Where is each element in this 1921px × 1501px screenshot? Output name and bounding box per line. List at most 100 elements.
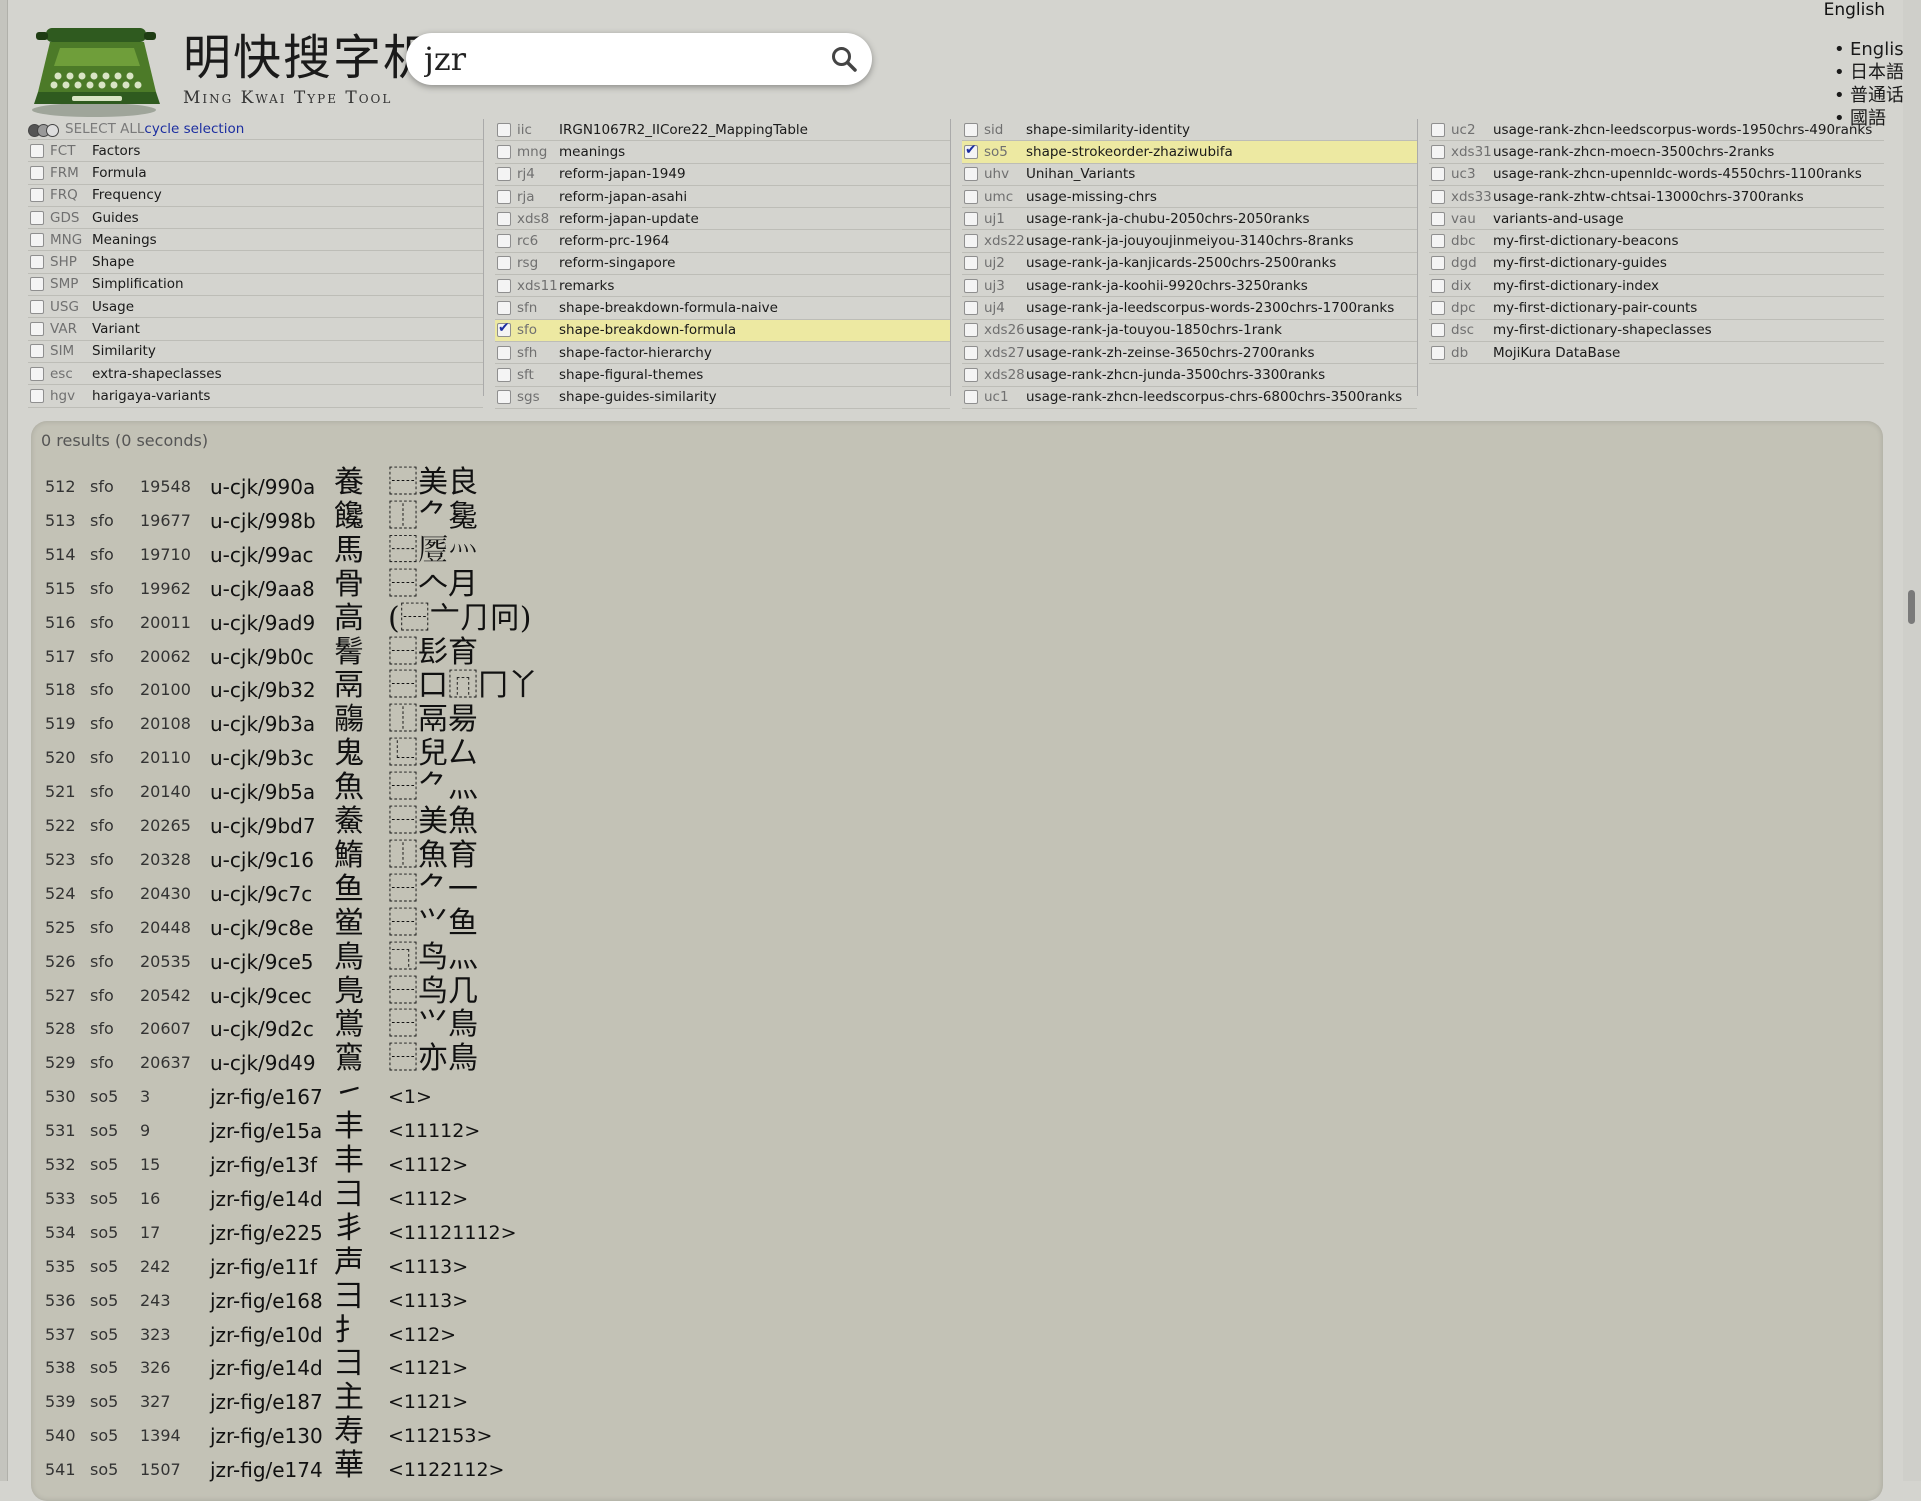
- dictionary-checkbox[interactable]: [964, 345, 978, 360]
- dictionary-option[interactable]: uhv Unihan_Variants: [962, 164, 1417, 186]
- dictionary-option[interactable]: xds22 usage-rank-ja-jouyoujinmeiyou-3140c…: [962, 230, 1417, 253]
- dictionary-option[interactable]: xds28 usage-rank-zhcn-junda-3500chrs-3300…: [962, 364, 1417, 387]
- result-row[interactable]: 533 so5 16 jzr-fig/e14d 彐 <1112>: [0, 1177, 1000, 1216]
- search-input[interactable]: [424, 41, 804, 77]
- dictionary-option[interactable]: uj3 usage-rank-ja-koohii-9920chrs-3250ran…: [962, 275, 1417, 298]
- dictionary-checkbox[interactable]: [964, 367, 978, 382]
- result-row[interactable]: 526 sfo 20535 u-cjk/9ce5 鳥⿹鸟灬: [0, 940, 1000, 979]
- scrollbar[interactable]: [1903, 0, 1921, 1481]
- dictionary-checkbox[interactable]: [497, 234, 511, 249]
- dictionary-option[interactable]: uj1 usage-rank-ja-chubu-2050chrs-2050rank…: [962, 208, 1417, 231]
- result-row[interactable]: 540 so5 1394 jzr-fig/e130 寿 <112153>: [0, 1415, 1000, 1453]
- dictionary-option[interactable]: FCT Factors: [28, 140, 483, 163]
- dictionary-option[interactable]: dpc my-first-dictionary-pair-counts: [1429, 297, 1884, 320]
- dictionary-checkbox[interactable]: [497, 167, 511, 182]
- dictionary-checkbox[interactable]: [964, 122, 978, 137]
- dictionary-option[interactable]: esc extra-shapeclasses: [28, 363, 483, 386]
- dictionary-checkbox[interactable]: [497, 390, 511, 405]
- selection-toggle-icon[interactable]: [28, 123, 64, 137]
- dictionary-checkbox[interactable]: [30, 188, 44, 203]
- dictionary-checkbox[interactable]: [964, 390, 978, 405]
- dictionary-option[interactable]: MNG Meanings: [28, 229, 483, 252]
- result-row[interactable]: 518 sfo 20100 u-cjk/9b32 鬲⿱口⿵冂丫: [0, 669, 1000, 707]
- dictionary-checkbox[interactable]: [964, 167, 978, 182]
- dictionary-option[interactable]: rc6 reform-prc-1964: [495, 230, 950, 253]
- dictionary-option[interactable]: SHP Shape: [28, 251, 483, 274]
- dictionary-option[interactable]: xds26 usage-rank-ja-touyou-1850chrs-1rank: [962, 320, 1417, 342]
- dictionary-checkbox[interactable]: [1431, 323, 1445, 338]
- dictionary-option[interactable]: uj2 usage-rank-ja-kanjicards-2500chrs-250…: [962, 253, 1417, 276]
- dictionary-checkbox[interactable]: [30, 210, 44, 225]
- dictionary-option[interactable]: db MojiKura DataBase: [1429, 342, 1884, 365]
- result-row[interactable]: 532 so5 15 jzr-fig/e13f 丰 <1112>: [0, 1144, 1000, 1182]
- dictionary-checkbox[interactable]: [964, 142, 978, 159]
- dictionary-checkbox[interactable]: [1431, 189, 1445, 204]
- dictionary-option[interactable]: FRQ Frequency: [28, 185, 483, 207]
- cycle-selection-link[interactable]: cycle selection: [144, 121, 244, 137]
- dictionary-option[interactable]: xds33 usage-rank-zhtw-chtsai-13000chrs-37…: [1429, 186, 1884, 209]
- dictionary-checkbox[interactable]: [497, 320, 511, 338]
- result-row[interactable]: 514 sfo 19710 u-cjk/99ac 馬⿱𠪶灬: [0, 533, 1000, 572]
- result-row[interactable]: 519 sfo 20108 u-cjk/9b3a 鬺⿰鬲昜: [0, 703, 1000, 741]
- result-row[interactable]: 513 sfo 19677 u-cjk/998b 饞⿰⺈毚: [0, 499, 1000, 538]
- dictionary-option[interactable]: uc2 usage-rank-zhcn-leedscorpus-words-195…: [1429, 119, 1884, 142]
- dictionary-checkbox[interactable]: [1431, 122, 1445, 137]
- result-row[interactable]: 516 sfo 20011 u-cjk/9ad9 高 (⿱亠⺆冋): [0, 601, 1000, 640]
- dictionary-option[interactable]: sid shape-similarity-identity: [962, 119, 1417, 142]
- dictionary-checkbox[interactable]: [497, 256, 511, 271]
- dictionary-option[interactable]: dix my-first-dictionary-index: [1429, 275, 1884, 298]
- result-row[interactable]: 538 so5 326 jzr-fig/e14d 彐 <1121>: [0, 1347, 1000, 1385]
- result-row[interactable]: 522 sfo 20265 u-cjk/9bd7 鯗⿱美魚: [0, 805, 1000, 843]
- dictionary-option[interactable]: sfo shape-breakdown-formula: [495, 319, 950, 342]
- dictionary-checkbox[interactable]: [30, 344, 44, 359]
- dictionary-option[interactable]: xds11 remarks: [495, 275, 950, 298]
- dictionary-checkbox[interactable]: [497, 189, 511, 204]
- select-all-link[interactable]: SELECT ALL: [65, 121, 144, 137]
- dictionary-option[interactable]: VAR Variant: [28, 318, 483, 341]
- dictionary-option[interactable]: sft shape-figural-themes: [495, 364, 950, 387]
- dictionary-checkbox[interactable]: [1431, 211, 1445, 226]
- dictionary-option[interactable]: dsc my-first-dictionary-shapeclasses: [1429, 320, 1884, 342]
- dictionary-option[interactable]: rja reform-japan-asahi: [495, 186, 950, 209]
- result-row[interactable]: 537 so5 323 jzr-fig/e10d 扌 <112>: [0, 1313, 1000, 1352]
- result-row[interactable]: 529 sfo 20637 u-cjk/9d49 鵉⿱亦鳥: [0, 1042, 1000, 1080]
- dictionary-option[interactable]: umc usage-missing-chrs: [962, 186, 1417, 209]
- dictionary-checkbox[interactable]: [497, 144, 511, 159]
- dictionary-option[interactable]: xds27 usage-rank-zh-zeinse-3650chrs-2700r…: [962, 342, 1417, 365]
- dictionary-checkbox[interactable]: [30, 255, 44, 270]
- dictionary-checkbox[interactable]: [30, 143, 44, 158]
- dictionary-option[interactable]: uj4 usage-rank-ja-leedscorpus-words-2300c…: [962, 297, 1417, 320]
- dictionary-checkbox[interactable]: [964, 189, 978, 204]
- dictionary-checkbox[interactable]: [964, 323, 978, 338]
- result-row[interactable]: 530 so5 3 jzr-fig/e167 ㇀ <1>: [0, 1076, 1000, 1114]
- dictionary-checkbox[interactable]: [30, 232, 44, 247]
- result-row[interactable]: 536 so5 243 jzr-fig/e168 彐 <1113>: [0, 1279, 1000, 1318]
- dictionary-checkbox[interactable]: [964, 278, 978, 293]
- dictionary-checkbox[interactable]: [30, 165, 44, 180]
- result-row[interactable]: 527 sfo 20542 u-cjk/9cec 鳬⿱鸟几: [0, 974, 1000, 1013]
- result-row[interactable]: 534 so5 17 jzr-fig/e225 丯 <11121112>: [0, 1211, 1000, 1250]
- dictionary-checkbox[interactable]: [1431, 234, 1445, 249]
- dictionary-checkbox[interactable]: [1431, 167, 1445, 182]
- dictionary-option[interactable]: so5 shape-strokeorder-zhaziwubifa: [962, 141, 1417, 164]
- dictionary-option[interactable]: uc3 usage-rank-zhcn-upennldc-words-4550ch…: [1429, 164, 1884, 186]
- dictionary-checkbox[interactable]: [30, 277, 44, 292]
- scrollbar-thumb[interactable]: [1908, 590, 1915, 624]
- dictionary-checkbox[interactable]: [497, 367, 511, 382]
- dictionary-option[interactable]: rj4 reform-japan-1949: [495, 164, 950, 186]
- dictionary-checkbox[interactable]: [1431, 345, 1445, 360]
- dictionary-checkbox[interactable]: [964, 211, 978, 226]
- dictionary-checkbox[interactable]: [497, 301, 511, 316]
- dictionary-option[interactable]: sfn shape-breakdown-formula-naive: [495, 297, 950, 320]
- result-row[interactable]: 528 sfo 20607 u-cjk/9d2c 鴬⿱⺍鳥: [0, 1008, 1000, 1046]
- dictionary-checkbox[interactable]: [30, 322, 44, 337]
- dictionary-option[interactable]: sfh shape-factor-hierarchy: [495, 342, 950, 365]
- result-row[interactable]: 523 sfo 20328 u-cjk/9c16 鰖⿰魚育: [0, 838, 1000, 877]
- dictionary-option[interactable]: hgv harigaya-variants: [28, 385, 483, 408]
- language-current[interactable]: English: [1824, 0, 1885, 20]
- dictionary-option[interactable]: rsg reform-singapore: [495, 253, 950, 276]
- dictionary-checkbox[interactable]: [30, 388, 44, 403]
- dictionary-checkbox[interactable]: [497, 278, 511, 293]
- dictionary-option[interactable]: sgs shape-guides-similarity: [495, 387, 950, 409]
- result-row[interactable]: 520 sfo 20110 u-cjk/9b3c 鬼⿺兒厶: [0, 737, 1000, 775]
